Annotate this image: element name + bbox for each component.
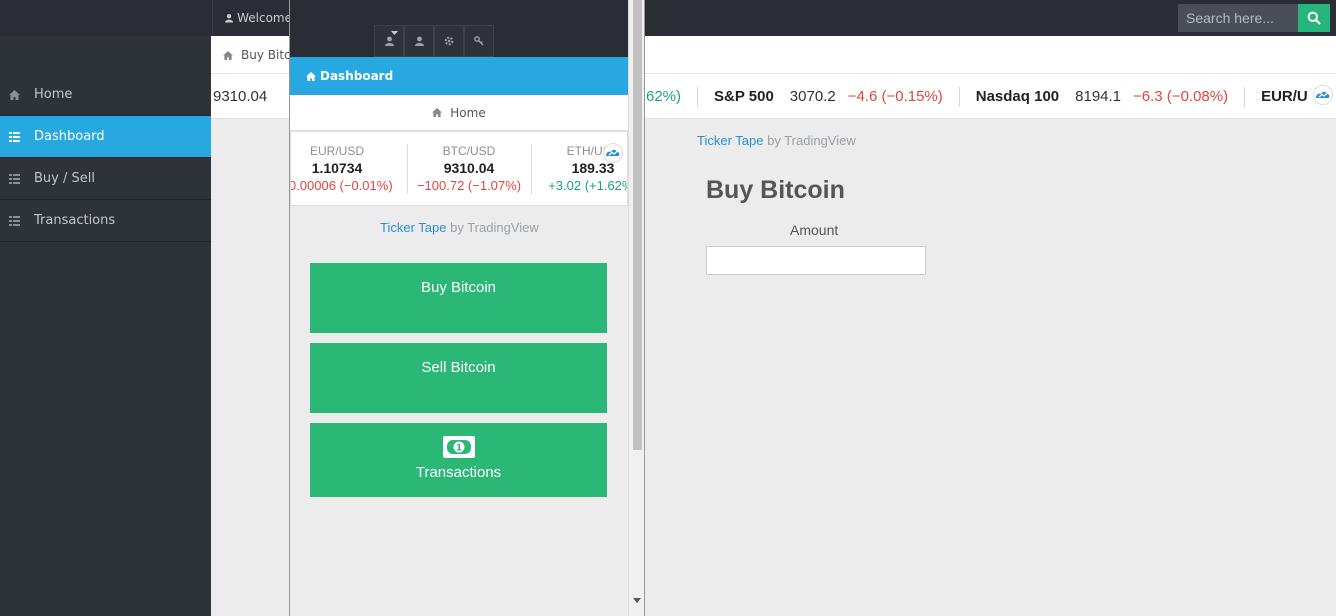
settings-button[interactable] [434, 25, 464, 57]
user-icon [225, 14, 234, 23]
ticker-change: +3.02 (+1.62%) [548, 178, 627, 193]
ticker-change: −100.72 (−1.07%) [416, 178, 522, 193]
sidebar-item-transactions[interactable]: Transactions [0, 200, 211, 242]
welcome-label: Welcome [237, 11, 292, 25]
ticker-symbol: EUR/U [1261, 88, 1308, 105]
ticker-price: 3070.2 [789, 88, 836, 105]
list-icon [9, 173, 20, 184]
search-input[interactable] [1178, 4, 1298, 32]
tradingview-attribution: Ticker Tape by TradingView [380, 220, 539, 235]
sidebar: Home Dashboard Buy / Sell Transactions [0, 36, 211, 616]
top-navbar: Welcome [0, 0, 1336, 36]
sidebar-item-label: Home [34, 87, 73, 102]
sidebar-item-dashboard[interactable]: Dashboard [0, 116, 211, 158]
ticker-price: 8194.1 [1075, 88, 1122, 105]
ticker-price: 1.10734 [311, 160, 363, 176]
mobile-navbar [290, 0, 628, 57]
ticker-change: 62%) [646, 88, 682, 105]
list-icon [9, 131, 20, 142]
key-icon [474, 36, 484, 46]
transactions-button[interactable]: 1 Transactions [310, 423, 607, 497]
sell-bitcoin-label: Sell Bitcoin [421, 359, 496, 376]
mobile-scrollbar[interactable] [628, 0, 644, 616]
transactions-label: Transactions [415, 464, 502, 481]
home-icon [306, 71, 316, 81]
search-icon [1307, 11, 1321, 25]
mobile-dashboard-header[interactable]: Dashboard [290, 57, 628, 95]
ticker-symbol: BTC/USD [442, 144, 496, 158]
ticker-symbol: Nasdaq 100 [975, 88, 1060, 105]
money-icon: 1 [442, 436, 475, 458]
dashboard-label: Dashboard [320, 69, 394, 83]
sidebar-item-label: Dashboard [34, 129, 105, 144]
attribution-suffix: by TradingView [763, 133, 856, 148]
user-dropdown-button[interactable] [374, 25, 404, 57]
amount-input[interactable] [706, 246, 926, 275]
mobile-breadcrumb[interactable]: Home [290, 95, 628, 131]
ticker-price: 9310.04 [213, 88, 268, 105]
search-form [1178, 4, 1330, 32]
mobile-preview: Dashboard Home EUR/USD 1.10734 −0.00006 … [289, 0, 645, 616]
ticker-item-btcusd: BTC/USD 9310.04 −100.72 (−1.07%) [409, 144, 529, 193]
tradingview-icon[interactable] [603, 143, 623, 163]
ticker-item-btc: 9310.04 [213, 74, 268, 118]
amount-label: Amount [790, 222, 839, 238]
user-icon [414, 36, 424, 46]
sidebar-item-buy-sell[interactable]: Buy / Sell [0, 158, 211, 200]
ticker-item-eurusd: EUR/USD 1.10734 −0.00006 (−0.01%) [290, 144, 397, 193]
scroll-down-icon[interactable] [633, 598, 641, 603]
ticker-symbol: S&P 500 [714, 88, 774, 105]
list-icon [9, 215, 20, 226]
page-title: Buy Bitcoin [706, 176, 845, 204]
tradingview-attribution: Ticker Tape by TradingView [697, 133, 856, 148]
home-label: Home [450, 105, 486, 120]
buy-bitcoin-label: Buy Bitcoin [420, 279, 497, 296]
home-icon [223, 50, 233, 60]
tradingview-icon[interactable] [1313, 85, 1333, 105]
ticker-change: −6.3 (−0.08%) [1133, 88, 1229, 105]
svg-text:1: 1 [455, 444, 461, 454]
sidebar-item-label: Transactions [34, 213, 116, 228]
home-icon [9, 89, 20, 100]
mobile-ticker-tape[interactable]: EUR/USD 1.10734 −0.00006 (−0.01%) BTC/US… [290, 131, 628, 206]
key-button[interactable] [464, 25, 494, 57]
scrollbar-thumb[interactable] [633, 0, 642, 450]
home-icon [432, 108, 443, 117]
ticker-tape-link[interactable]: Ticker Tape [697, 133, 763, 148]
ticker-price: 9310.04 [443, 160, 495, 176]
user-icon [384, 36, 394, 46]
sell-bitcoin-button[interactable]: Sell Bitcoin [310, 343, 607, 413]
search-button[interactable] [1298, 4, 1330, 32]
chevron-down-icon [391, 31, 398, 35]
ticker-item-eth: 62%) S&P 500 3070.2 −4.6 (−0.15%) Nasdaq… [646, 74, 1308, 118]
profile-button[interactable] [404, 25, 434, 57]
ticker-tape-link[interactable]: Ticker Tape [380, 220, 446, 235]
attribution-suffix: by TradingView [446, 220, 539, 235]
welcome-menu[interactable]: Welcome [212, 0, 292, 36]
gear-icon [444, 36, 454, 46]
sidebar-item-home[interactable]: Home [0, 74, 211, 116]
ticker-change: −4.6 (−0.15%) [847, 88, 943, 105]
buy-bitcoin-button[interactable]: Buy Bitcoin [310, 263, 607, 333]
ticker-symbol: EUR/USD [309, 144, 364, 158]
sidebar-item-label: Buy / Sell [34, 171, 95, 186]
ticker-change: −0.00006 (−0.01%) [290, 178, 393, 193]
